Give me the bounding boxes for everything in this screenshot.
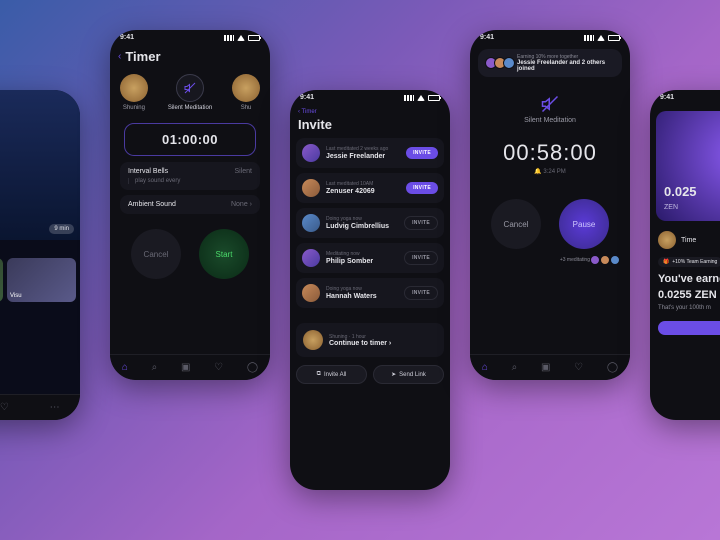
wifi-icon — [417, 95, 425, 101]
back-button[interactable]: ‹ — [118, 51, 121, 62]
countdown: 00:58:00 — [470, 140, 630, 166]
mute-icon — [541, 95, 559, 113]
earned-heading: You've earne — [650, 271, 720, 287]
cancel-button[interactable]: Cancel — [131, 229, 181, 279]
avatar — [302, 284, 320, 302]
earned-sub: That's your 100th m — [650, 303, 720, 313]
tab-bar: ◉ ♡ ⋯ — [0, 394, 80, 420]
send-icon: ➤ — [391, 371, 396, 378]
invite-list: Last meditated 2 weeks agoJessie Freelan… — [290, 136, 450, 315]
avatar — [610, 255, 620, 265]
invite-button[interactable]: INVITE — [406, 147, 438, 159]
team-earning-chip: 🎁+10% Team Earning — [658, 257, 720, 267]
gift-icon: 🎁 — [663, 259, 669, 265]
tab-bag-icon[interactable]: ▣ — [181, 362, 190, 373]
signal-icon — [584, 35, 594, 41]
earned-amount: 0.0255 ZEN — [650, 287, 720, 303]
tab-heart-icon[interactable]: ♡ — [574, 362, 583, 373]
card-grounding[interactable]: rounding — [0, 258, 3, 302]
phone-home: 9 min Raise Premium rounding Visu OCASTS… — [0, 90, 80, 420]
bowl-icon — [658, 231, 676, 249]
avatar-stack — [485, 57, 512, 69]
page-title: Timer — [125, 49, 160, 64]
status-bar: 9:41 — [290, 90, 450, 105]
status-time: 9:41 — [480, 34, 494, 41]
ambient-sound-row[interactable]: Ambient SoundNone › — [120, 195, 260, 214]
phone-earnings: 9:41 0.025 ZEN Time 🎁+10% Team Earning Y… — [650, 90, 720, 420]
signal-icon — [404, 95, 414, 101]
duration-badge: 9 min — [49, 224, 74, 234]
status-time: 9:41 — [120, 34, 134, 41]
continue-to-timer[interactable]: Shuning · 1 hourContinue to timer › — [296, 323, 444, 357]
tab-profile-icon[interactable]: ◯ — [607, 362, 618, 373]
avatar — [302, 214, 320, 232]
list-item: Meditating nowPhilip SomberINVITE — [296, 243, 444, 273]
mode-selector: Shuning Silent Meditation Shu — [110, 68, 270, 117]
phone-invite: 9:41 ‹ Timer Invite Last meditated 2 wee… — [290, 90, 450, 490]
time-input[interactable]: 01:00:00 — [124, 123, 256, 156]
list-item: Doing yoga nowLudvig CimbrelliusINVITE — [296, 208, 444, 238]
tab-bag-icon[interactable]: ▣ — [541, 362, 550, 373]
status-time: 9:41 — [300, 94, 314, 101]
invite-button[interactable]: INVITE — [404, 251, 438, 265]
status-time: 9:41 — [660, 94, 674, 101]
avatar — [302, 144, 320, 162]
mode-shuning[interactable]: Shuning — [120, 74, 148, 111]
tab-profile-icon[interactable]: ◯ — [247, 362, 258, 373]
tab-bar: ⌂ ⌕ ▣ ♡ ◯ — [110, 354, 270, 380]
avatar — [302, 249, 320, 267]
tab-bar: ⌂ ⌕ ▣ ♡ ◯ — [470, 354, 630, 380]
tab-search-icon[interactable]: ⌕ — [152, 362, 158, 373]
signal-icon — [224, 35, 234, 41]
start-button[interactable]: Start — [199, 229, 249, 279]
tab-heart-icon[interactable]: ♡ — [214, 362, 223, 373]
invite-button[interactable]: INVITE — [406, 182, 438, 194]
tab-heart-icon[interactable]: ♡ — [0, 402, 9, 413]
battery-icon — [608, 35, 620, 41]
list-item: Last meditated 2 weeks agoJessie Freelan… — [296, 138, 444, 168]
list-item: Last meditated 10AMZenuser 42069INVITE — [296, 173, 444, 203]
session-row[interactable]: Time — [650, 227, 720, 253]
wifi-icon — [237, 35, 245, 41]
battery-icon — [428, 95, 440, 101]
invite-button[interactable]: INVITE — [404, 286, 438, 300]
status-bar: 9:41 — [650, 90, 720, 105]
page-title: Invite — [298, 117, 442, 132]
people-icon: ⧉ — [317, 371, 321, 378]
meditating-count[interactable]: +3 meditating — [470, 249, 630, 271]
tab-home-icon[interactable]: ⌂ — [122, 362, 128, 373]
tab-home-icon[interactable]: ⌂ — [482, 362, 488, 373]
card-visu[interactable]: Visu — [7, 258, 76, 302]
tab-search-icon[interactable]: ⌕ — [512, 362, 518, 373]
hero-image: 9 min — [0, 90, 80, 240]
status-bar: 9:41 — [470, 30, 630, 45]
battery-icon — [248, 35, 260, 41]
section-header: Raise Premium — [0, 240, 80, 258]
breadcrumb[interactable]: ‹ Timer — [298, 109, 442, 115]
pause-button[interactable]: Pause — [559, 199, 609, 249]
earnings-card[interactable]: 0.025 ZEN — [656, 111, 720, 221]
mode-silent[interactable]: Silent Meditation — [168, 74, 212, 111]
avatar — [600, 255, 610, 265]
status-bar: 9:41 — [110, 30, 270, 45]
list-item: Doing yoga nowHannah WatersINVITE — [296, 278, 444, 308]
bowl-icon — [303, 330, 323, 350]
invite-all-button[interactable]: ⧉Invite All — [296, 365, 367, 384]
phone-timer-setup: 9:41 ‹ Timer Shuning Silent Meditation S… — [110, 30, 270, 380]
cancel-button[interactable]: Cancel — [491, 199, 541, 249]
avatar — [302, 179, 320, 197]
send-link-button[interactable]: ➤Send Link — [373, 365, 444, 384]
alarm-time: 🔔 3:24 PM — [470, 168, 630, 175]
interval-bells-row[interactable]: Interval BellsSilent play sound every — [120, 162, 260, 190]
mode-shu[interactable]: Shu — [232, 74, 260, 111]
avatar — [590, 255, 600, 265]
primary-cta[interactable] — [658, 321, 720, 335]
bell-icon: 🔔 — [534, 169, 541, 175]
mode-indicator: Silent Meditation — [470, 81, 630, 130]
invite-button[interactable]: INVITE — [404, 216, 438, 230]
tab-more-icon[interactable]: ⋯ — [50, 402, 60, 413]
phone-timer-running: 9:41 Earning 10% more togetherJessie Fre… — [470, 30, 630, 380]
wifi-icon — [597, 35, 605, 41]
joined-toast[interactable]: Earning 10% more togetherJessie Freeland… — [478, 49, 622, 77]
